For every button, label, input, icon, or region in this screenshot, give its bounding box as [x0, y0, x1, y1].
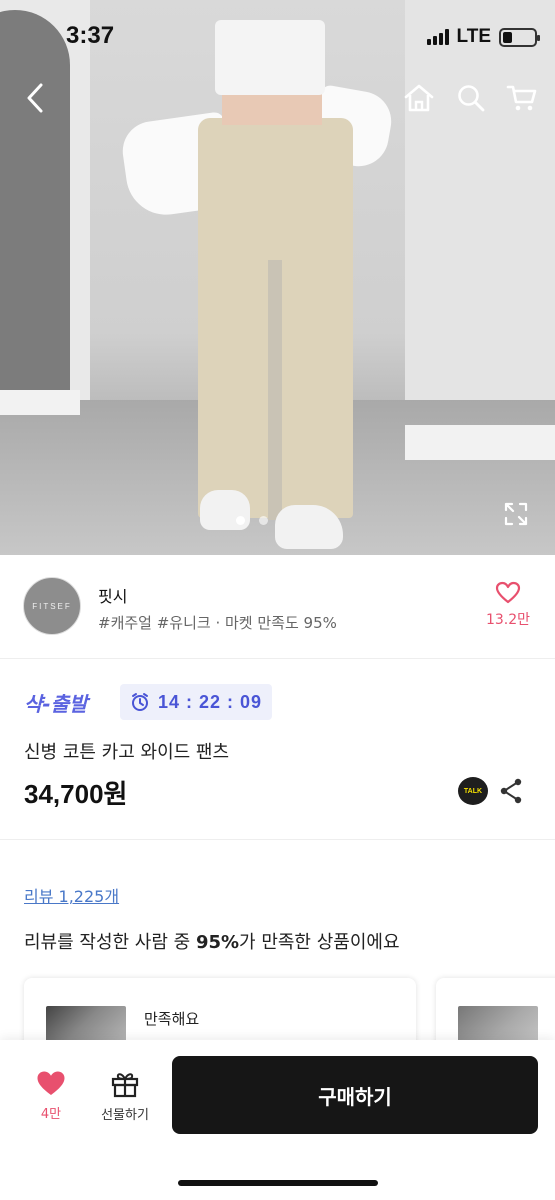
photo-baseboard — [0, 390, 80, 415]
promo-label: 샥-출발 — [24, 692, 88, 716]
carousel-dot — [259, 516, 268, 525]
product-image-carousel[interactable]: 3:37 LTE — [0, 0, 555, 555]
review-summary-prefix: 리뷰를 작성한 사람 중 — [24, 932, 196, 953]
search-icon[interactable] — [455, 82, 487, 114]
carousel-dot-active — [236, 516, 245, 525]
photo-torso — [222, 90, 322, 125]
photo-shoe — [275, 505, 343, 549]
like-count: 4만 — [40, 1107, 62, 1122]
photo-baseboard — [405, 425, 555, 460]
gift-icon — [111, 1073, 139, 1098]
kakaotalk-share-button[interactable]: TALK — [458, 777, 488, 805]
seller-section[interactable]: FITSEF 핏시 #캐주얼 #유니크 · 마켓 만족도 95% 13.2만 — [0, 555, 555, 659]
gift-label: 선물하기 — [101, 1108, 149, 1123]
heart-filled-icon — [37, 1071, 65, 1095]
photo-pants-gap — [268, 260, 282, 520]
countdown-time: 14 : 22 : 09 — [158, 691, 263, 712]
seller-avatar[interactable]: FITSEF — [23, 577, 81, 635]
product-title: 신병 코튼 카고 와이드 팬츠 — [24, 742, 230, 763]
heart-outline-icon — [495, 581, 521, 604]
buy-button[interactable]: 구매하기 — [172, 1056, 538, 1134]
seller-like-button[interactable]: 13.2만 — [483, 581, 533, 629]
seller-tags: #캐주얼 #유니크 · 마켓 만족도 95% — [98, 614, 337, 632]
like-button[interactable]: 4만 — [24, 1070, 78, 1122]
review-rating-text: 만족해요 — [144, 1010, 200, 1028]
review-summary-suffix: 가 만족한 상품이에요 — [239, 932, 400, 953]
home-indicator — [178, 1180, 378, 1186]
signal-icon — [426, 29, 449, 45]
carousel-dots — [236, 516, 268, 525]
seller-name[interactable]: 핏시 — [98, 583, 127, 607]
review-count-link[interactable]: 리뷰 1,225개 — [24, 883, 119, 907]
expand-icon[interactable] — [502, 500, 530, 528]
buy-button-label: 구매하기 — [318, 1084, 392, 1109]
product-price: 34,700원 — [24, 779, 128, 809]
photo-wall — [405, 0, 555, 450]
battery-icon — [499, 27, 540, 47]
seller-avatar-logo: FITSEF — [32, 601, 72, 611]
share-icon[interactable] — [497, 776, 525, 810]
photo-top — [215, 20, 325, 95]
status-time: 3:37 — [66, 22, 115, 49]
cart-icon[interactable] — [505, 82, 539, 114]
product-info: 샥-출발 14 : 22 : 09 신병 코튼 카고 와이드 팬츠 34,700… — [0, 660, 555, 840]
home-icon[interactable] — [402, 82, 436, 114]
gift-button[interactable]: 선물하기 — [92, 1070, 158, 1123]
photo-arch — [0, 10, 70, 410]
kakaotalk-icon: TALK — [463, 787, 483, 795]
alarm-clock-icon — [132, 693, 148, 711]
network-label: LTE — [456, 26, 491, 47]
bottom-action-bar: 4만 선물하기 구매하기 — [0, 1040, 555, 1200]
countdown-timer: 14 : 22 : 09 — [120, 684, 273, 720]
status-indicators: LTE — [426, 26, 540, 48]
review-summary-percent: 95% — [195, 932, 240, 953]
back-icon[interactable] — [20, 80, 50, 116]
seller-like-count: 13.2만 — [485, 612, 531, 628]
review-summary: 리뷰를 작성한 사람 중 95%가 만족한 상품이에요 — [24, 928, 400, 954]
